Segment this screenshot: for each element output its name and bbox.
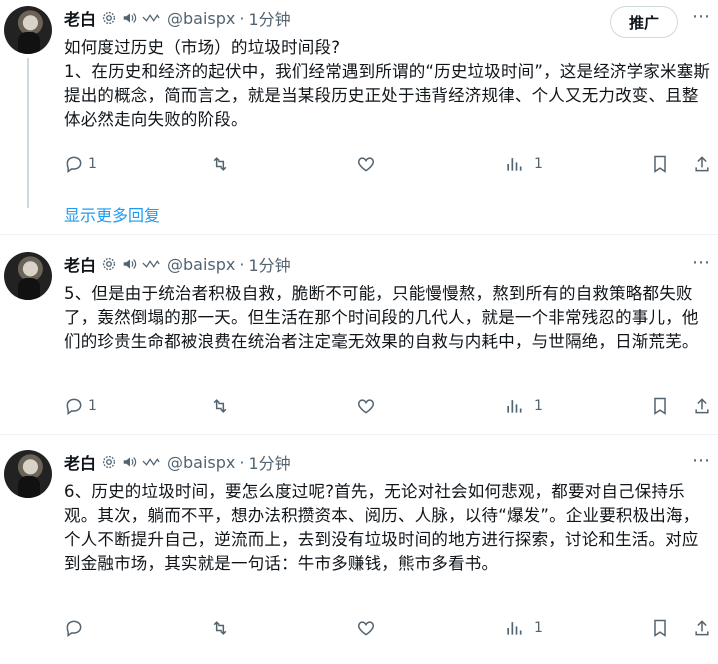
view-count: 1 bbox=[534, 620, 543, 636]
divider bbox=[0, 434, 718, 435]
separator: · bbox=[239, 254, 245, 274]
view-count: 1 bbox=[534, 398, 543, 414]
settings-icon bbox=[102, 257, 116, 271]
retweet-button[interactable] bbox=[210, 154, 230, 174]
avatar[interactable] bbox=[4, 6, 52, 54]
tweet-header: 老白 @baispx · 1分钟 bbox=[64, 450, 291, 474]
like-button[interactable] bbox=[356, 396, 376, 416]
bookmark-button[interactable] bbox=[650, 618, 670, 638]
timestamp[interactable]: 1分钟 bbox=[248, 252, 290, 276]
bookmark-icon bbox=[654, 619, 666, 637]
like-icon bbox=[357, 399, 375, 414]
share-button[interactable] bbox=[692, 154, 712, 174]
settings-icon bbox=[102, 11, 116, 25]
separator: · bbox=[239, 452, 245, 472]
reply-button[interactable]: 1 bbox=[64, 154, 97, 174]
views-icon bbox=[507, 622, 522, 635]
action-bar: 1 bbox=[64, 618, 709, 640]
reply-icon bbox=[66, 620, 82, 637]
bookmark-icon bbox=[654, 397, 666, 415]
wave-icon bbox=[142, 14, 160, 22]
tweet-text: 5、但是由于统治者积极自救，脆断不可能，只能慢慢熬，熬到所有的自救策略都失败了，… bbox=[64, 284, 699, 351]
show-more-replies-link[interactable]: 显示更多回复 bbox=[64, 202, 160, 226]
speaker-icon bbox=[123, 13, 137, 23]
share-icon bbox=[695, 156, 709, 172]
action-bar: 1 1 bbox=[64, 154, 709, 176]
wave-icon bbox=[142, 458, 160, 466]
like-button[interactable] bbox=[356, 618, 376, 638]
action-bar: 1 1 bbox=[64, 396, 709, 418]
bookmark-button[interactable] bbox=[650, 396, 670, 416]
handle[interactable]: @baispx bbox=[167, 255, 235, 274]
handle[interactable]: @baispx bbox=[167, 9, 235, 28]
settings-icon bbox=[102, 455, 116, 469]
separator: · bbox=[239, 8, 245, 28]
reply-icon bbox=[66, 398, 82, 415]
timestamp[interactable]: 1分钟 bbox=[248, 450, 290, 474]
avatar[interactable] bbox=[4, 252, 52, 300]
views-button[interactable]: 1 bbox=[504, 396, 543, 416]
tweet-header: 老白 @baispx · 1分钟 bbox=[64, 6, 291, 30]
speaker-icon bbox=[123, 457, 137, 467]
retweet-button[interactable] bbox=[210, 618, 230, 638]
like-icon bbox=[357, 621, 375, 636]
reply-count: 1 bbox=[88, 156, 97, 172]
display-name[interactable]: 老白 bbox=[64, 6, 96, 30]
divider bbox=[0, 234, 718, 235]
wave-icon bbox=[142, 260, 160, 268]
share-icon bbox=[695, 620, 709, 636]
like-button[interactable] bbox=[356, 154, 376, 174]
display-name[interactable]: 老白 bbox=[64, 450, 96, 474]
avatar[interactable] bbox=[4, 450, 52, 498]
timestamp[interactable]: 1分钟 bbox=[248, 6, 290, 30]
more-options-icon[interactable]: ⋯ bbox=[690, 8, 712, 32]
reply-icon bbox=[66, 156, 82, 173]
thread-line bbox=[27, 58, 29, 208]
tweet-header: 老白 @baispx · 1分钟 bbox=[64, 252, 291, 276]
like-icon bbox=[357, 157, 375, 172]
view-count: 1 bbox=[534, 156, 543, 172]
share-icon bbox=[695, 398, 709, 414]
more-options-icon[interactable]: ⋯ bbox=[690, 452, 712, 476]
display-name[interactable]: 老白 bbox=[64, 252, 96, 276]
share-button[interactable] bbox=[692, 396, 712, 416]
share-button[interactable] bbox=[692, 618, 712, 638]
handle[interactable]: @baispx bbox=[167, 453, 235, 472]
views-icon bbox=[507, 400, 522, 413]
tweet-3[interactable]: 老白 @baispx · 1分钟 ⋯ 6、历史的垃圾时间，要怎么度过呢?首先，无… bbox=[0, 448, 718, 658]
promoted-button[interactable]: 推广 bbox=[610, 6, 678, 38]
views-button[interactable]: 1 bbox=[504, 618, 543, 638]
views-icon bbox=[507, 158, 522, 171]
tweet-1[interactable]: 老白 @baispx · 1分钟 推广 ⋯ 如何度过历史（市场）的垃圾时间段? … bbox=[0, 0, 718, 208]
bookmark-icon bbox=[654, 155, 666, 173]
more-options-icon[interactable]: ⋯ bbox=[690, 254, 712, 278]
reply-count: 1 bbox=[88, 398, 97, 414]
retweet-icon bbox=[213, 621, 227, 635]
retweet-icon bbox=[213, 157, 227, 171]
tweet-text: 如何度过历史（市场）的垃圾时间段? 1、在历史和经济的起伏中，我们经常遇到所谓的… bbox=[64, 38, 711, 129]
reply-button[interactable]: 1 bbox=[64, 396, 97, 416]
tweet-2[interactable]: 老白 @baispx · 1分钟 ⋯ 5、但是由于统治者积极自救，脆断不可能，只… bbox=[0, 250, 718, 430]
retweet-icon bbox=[213, 399, 227, 413]
tweet-text: 6、历史的垃圾时间，要怎么度过呢?首先，无论对社会如何悲观，都要对自己保持乐观。… bbox=[64, 482, 700, 573]
reply-button[interactable] bbox=[64, 618, 84, 638]
speaker-icon bbox=[123, 259, 137, 269]
retweet-button[interactable] bbox=[210, 396, 230, 416]
views-button[interactable]: 1 bbox=[504, 154, 543, 174]
bookmark-button[interactable] bbox=[650, 154, 670, 174]
